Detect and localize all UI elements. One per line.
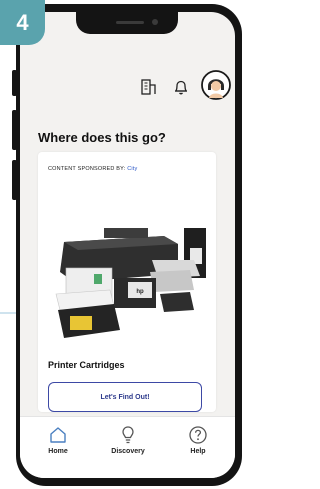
phone-notch <box>76 12 178 34</box>
lets-find-out-button[interactable]: Let's Find Out! <box>48 382 202 412</box>
bell-icon[interactable] <box>172 78 190 101</box>
sponsor-link[interactable]: City <box>127 166 137 172</box>
speaker-grille <box>116 21 144 24</box>
nav-label-home: Home <box>48 448 68 455</box>
building-icon[interactable] <box>140 78 158 101</box>
phone-side-button <box>12 70 17 96</box>
hp-logo-text: hp <box>136 289 144 295</box>
lightbulb-icon <box>122 426 134 444</box>
item-card: CONTENT SPONSORED BY: City hp Printer Ca… <box>38 152 216 412</box>
nav-item-help[interactable]: Help <box>168 425 228 475</box>
product-name: Printer Cartridges <box>48 360 125 370</box>
header-toolbar <box>20 70 235 106</box>
step-badge: 4 <box>0 0 45 45</box>
home-icon <box>50 427 66 443</box>
sponsor-prefix: CONTENT SPONSORED BY: <box>48 166 126 172</box>
phone-side-button <box>12 160 17 200</box>
nav-item-discovery[interactable]: Discovery <box>98 425 158 475</box>
sponsor-line: CONTENT SPONSORED BY: City <box>48 166 137 172</box>
app-screen: Where does this go? CONTENT SPONSORED BY… <box>20 12 235 478</box>
printer-cartridges-image: hp <box>55 228 206 338</box>
bottom-nav: Home Discovery Help <box>20 416 235 478</box>
nav-item-home[interactable]: Home <box>28 425 88 475</box>
page-title: Where does this go? <box>38 130 166 145</box>
avatar[interactable] <box>201 70 231 105</box>
help-icon <box>189 426 207 444</box>
front-camera <box>152 19 158 25</box>
phone-side-button <box>12 110 17 150</box>
nav-label-help: Help <box>190 448 206 455</box>
nav-label-discovery: Discovery <box>111 448 145 455</box>
